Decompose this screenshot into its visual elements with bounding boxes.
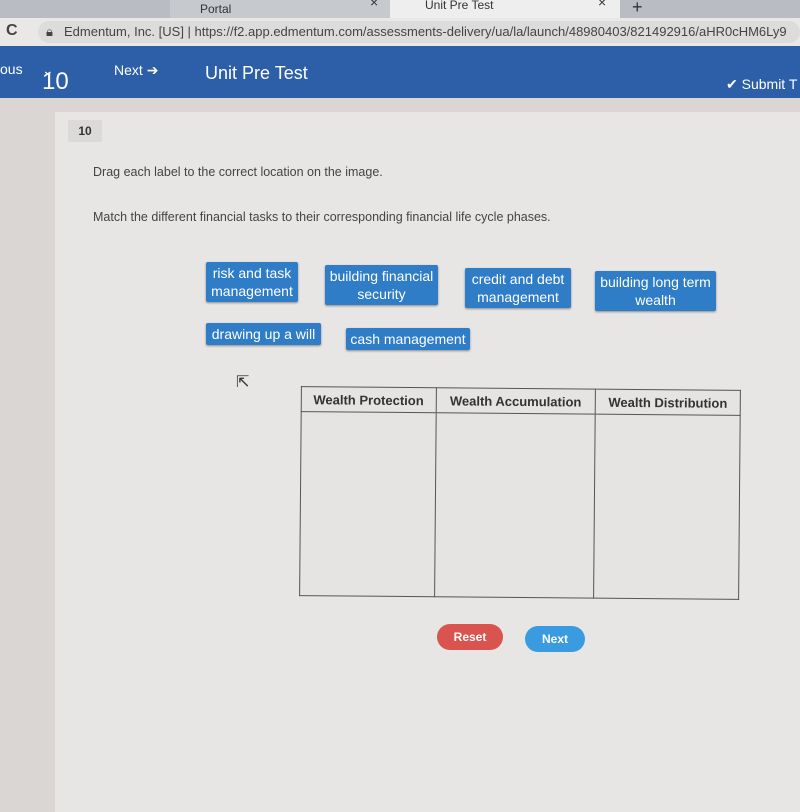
arrow-right-icon: ➔ — [146, 62, 159, 78]
url-text: https://f2.app.edmentum.com/assessments-… — [194, 24, 787, 39]
drop-zone-wealth-accumulation[interactable] — [434, 412, 596, 599]
submit-label: Submit T — [741, 76, 798, 92]
question-selector[interactable]: 10 ⌄ — [42, 54, 69, 95]
browser-tab-unit-pre-test[interactable]: Unit Pre Test × — [390, 0, 620, 18]
reset-button[interactable]: Reset — [437, 624, 503, 650]
next-nav-button[interactable]: Next ➔ — [114, 62, 158, 79]
question-number-badge: 10 — [68, 120, 102, 142]
drop-zone-table: Wealth Protection Wealth Accumulation Weal… — [299, 386, 741, 600]
site-identity: Edmentum, Inc. [US] — [64, 24, 184, 39]
drag-label[interactable]: risk and task management — [206, 262, 298, 302]
submit-button[interactable]: ✔ Submit T — [726, 76, 797, 93]
lock-icon: 🔒︎ — [46, 24, 53, 39]
drag-label[interactable]: building long term wealth — [595, 271, 716, 311]
address-bar: C 🔒︎ Edmentum, Inc. [US] | https://f2.app… — [0, 18, 800, 46]
page-title: Unit Pre Test — [205, 63, 308, 83]
tab-title: Portal — [200, 2, 232, 16]
close-tab-icon[interactable]: × — [598, 0, 606, 9]
assessment-nav: ous 10 ⌄ Next ➔ Unit Pre Test ✔ Submit T — [0, 46, 800, 98]
column-header: Wealth Accumulation — [435, 387, 596, 415]
drag-label[interactable]: building financial security — [325, 265, 438, 305]
drag-label[interactable]: drawing up a will — [206, 323, 321, 345]
next-button[interactable]: Next — [525, 626, 585, 652]
column-header: Wealth Distribution — [595, 389, 741, 416]
drop-zone-wealth-protection[interactable] — [299, 411, 436, 597]
browser-tab-bar: Portal × Unit Pre Test × + — [0, 0, 800, 18]
previous-button[interactable]: ous — [0, 61, 23, 77]
drag-label[interactable]: cash management — [346, 328, 470, 350]
reload-icon[interactable]: C — [6, 22, 18, 40]
prompt-text: Match the different financial tasks to t… — [93, 210, 551, 224]
column-header: Wealth Protection — [301, 386, 436, 413]
browser-tab-portal[interactable]: Portal × — [170, 0, 390, 18]
url-field[interactable]: 🔒︎ Edmentum, Inc. [US] | https://f2.app.e… — [38, 21, 800, 43]
next-label: Next — [114, 62, 143, 78]
mouse-cursor-icon: ⇱ — [236, 374, 250, 391]
close-tab-icon[interactable]: × — [370, 0, 378, 9]
question-number: 10 — [42, 68, 69, 95]
tab-title: Unit Pre Test — [425, 0, 494, 12]
instruction-text: Drag each label to the correct location … — [93, 165, 383, 179]
drag-label[interactable]: credit and debt management — [465, 268, 571, 308]
drop-zone-wealth-distribution[interactable] — [593, 414, 741, 600]
new-tab-icon[interactable]: + — [632, 0, 643, 18]
